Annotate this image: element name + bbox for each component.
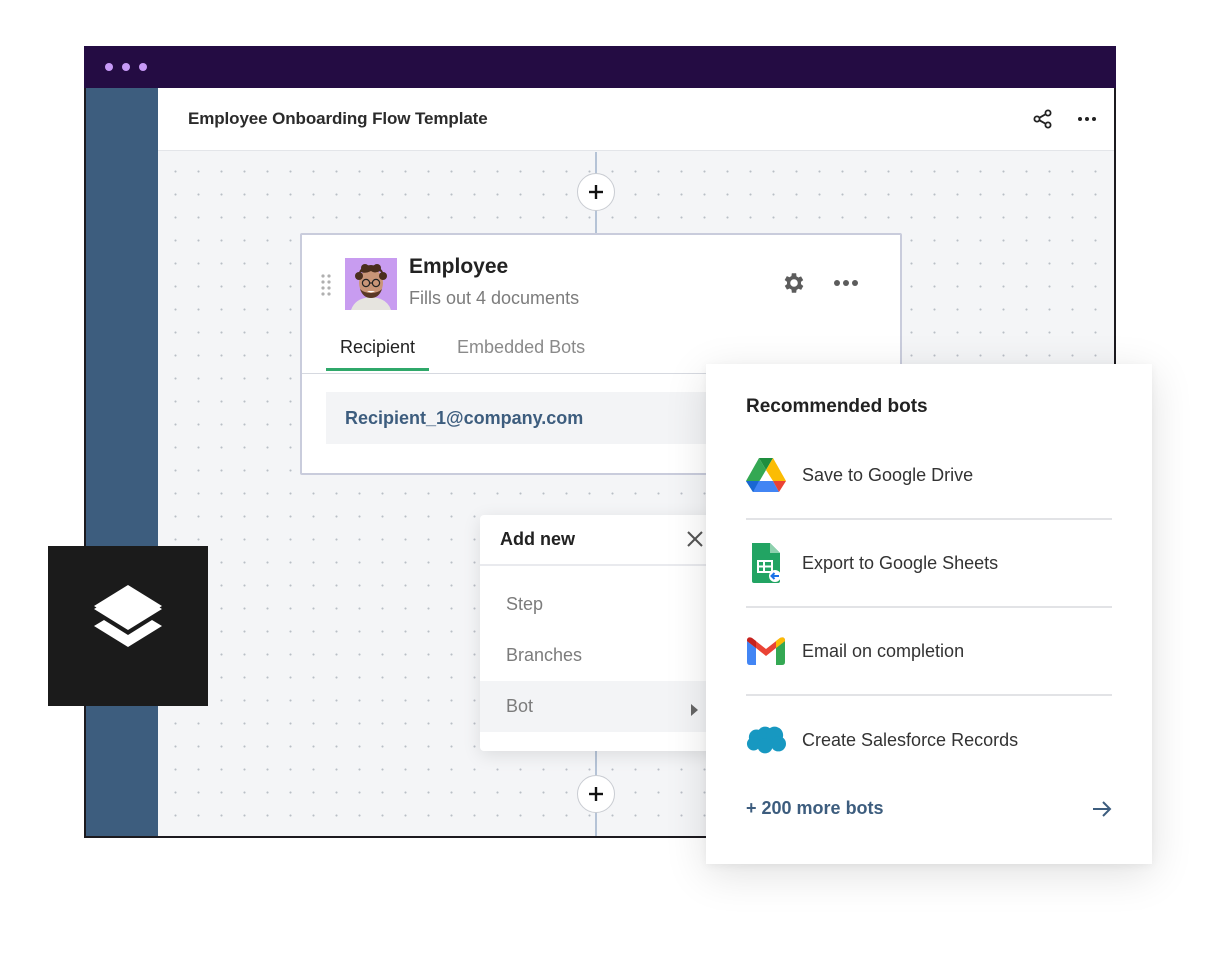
window-dot[interactable] [105,63,113,71]
tab-embedded-bots[interactable]: Embedded Bots [443,331,599,371]
bot-item-google-sheets[interactable]: Export to Google Sheets [746,520,1112,608]
recommended-bots-panel: Recommended bots Save to Google Drive Ex… [706,364,1152,864]
window-dot[interactable] [139,63,147,71]
bot-item-google-drive[interactable]: Save to Google Drive [746,432,1112,520]
menu-item-bot[interactable]: Bot [480,681,720,732]
sidebar [86,88,158,836]
menu-item-label: Step [506,594,544,614]
menu-item-label: Bot [506,696,534,716]
plus-icon [589,185,603,199]
step-tabs: Recipient Embedded Bots [326,331,613,371]
bot-item-gmail[interactable]: Email on completion [746,608,1112,696]
step-name: Employee [409,255,509,278]
more-bots-label: + 200 more bots [746,798,884,818]
close-icon [687,531,703,547]
menu-item-label: Branches [506,645,583,665]
bot-label: Email on completion [802,640,965,661]
recommended-bots-title: Recommended bots [746,396,928,417]
google-drive-icon [746,455,786,495]
caret-right-icon [691,700,698,721]
window-titlebar [84,46,1116,88]
avatar [345,258,397,310]
recipient-field[interactable]: Recipient_1@company.com [326,392,726,444]
bot-list: Save to Google Drive Export to Google Sh… [746,432,1112,784]
page-title: Employee Onboarding Flow Template [188,109,488,128]
page-header: Employee Onboarding Flow Template [158,88,1114,151]
card-more-button[interactable] [832,269,860,297]
add-new-menu-list: Step Branches Bot [480,566,720,732]
layers-icon [94,585,162,647]
gear-icon [784,273,804,293]
plus-icon [589,787,603,801]
bot-label: Create Salesforce Records [802,729,1019,750]
share-icon [1033,109,1052,129]
bot-label: Save to Google Drive [802,464,974,485]
drag-handle-icon [321,274,331,296]
tab-recipient[interactable]: Recipient [326,331,430,371]
close-button[interactable] [686,530,704,553]
add-new-menu-header: Add new [480,515,720,566]
more-options-button[interactable] [1076,108,1098,130]
drag-handle[interactable] [320,273,332,302]
arrow-right-icon [1093,800,1112,817]
google-sheets-icon [746,543,786,583]
add-step-button[interactable] [577,775,615,813]
step-subtitle: Fills out 4 documents [409,288,580,308]
bot-item-salesforce[interactable]: Create Salesforce Records [746,696,1112,784]
salesforce-icon [746,720,786,760]
settings-button[interactable] [780,269,808,297]
window-controls [105,63,147,71]
card-actions [780,269,860,297]
person-photo-icon [345,258,397,310]
more-bots-link[interactable]: + 200 more bots [746,798,1112,819]
recipient-email: Recipient_1@company.com [345,407,584,428]
gmail-icon [746,631,786,671]
header-actions [1032,108,1098,130]
menu-item-branches[interactable]: Branches [480,630,720,681]
add-new-menu: Add new Step Branches Bot [480,515,720,751]
more-horizontal-icon [834,280,858,286]
more-horizontal-icon [1078,117,1096,121]
layers-badge [48,546,208,706]
window-dot[interactable] [122,63,130,71]
bot-label: Export to Google Sheets [802,552,999,573]
menu-item-step[interactable]: Step [480,579,720,630]
add-step-button[interactable] [577,173,615,211]
share-button[interactable] [1032,108,1054,130]
add-new-menu-title: Add new [500,529,575,549]
